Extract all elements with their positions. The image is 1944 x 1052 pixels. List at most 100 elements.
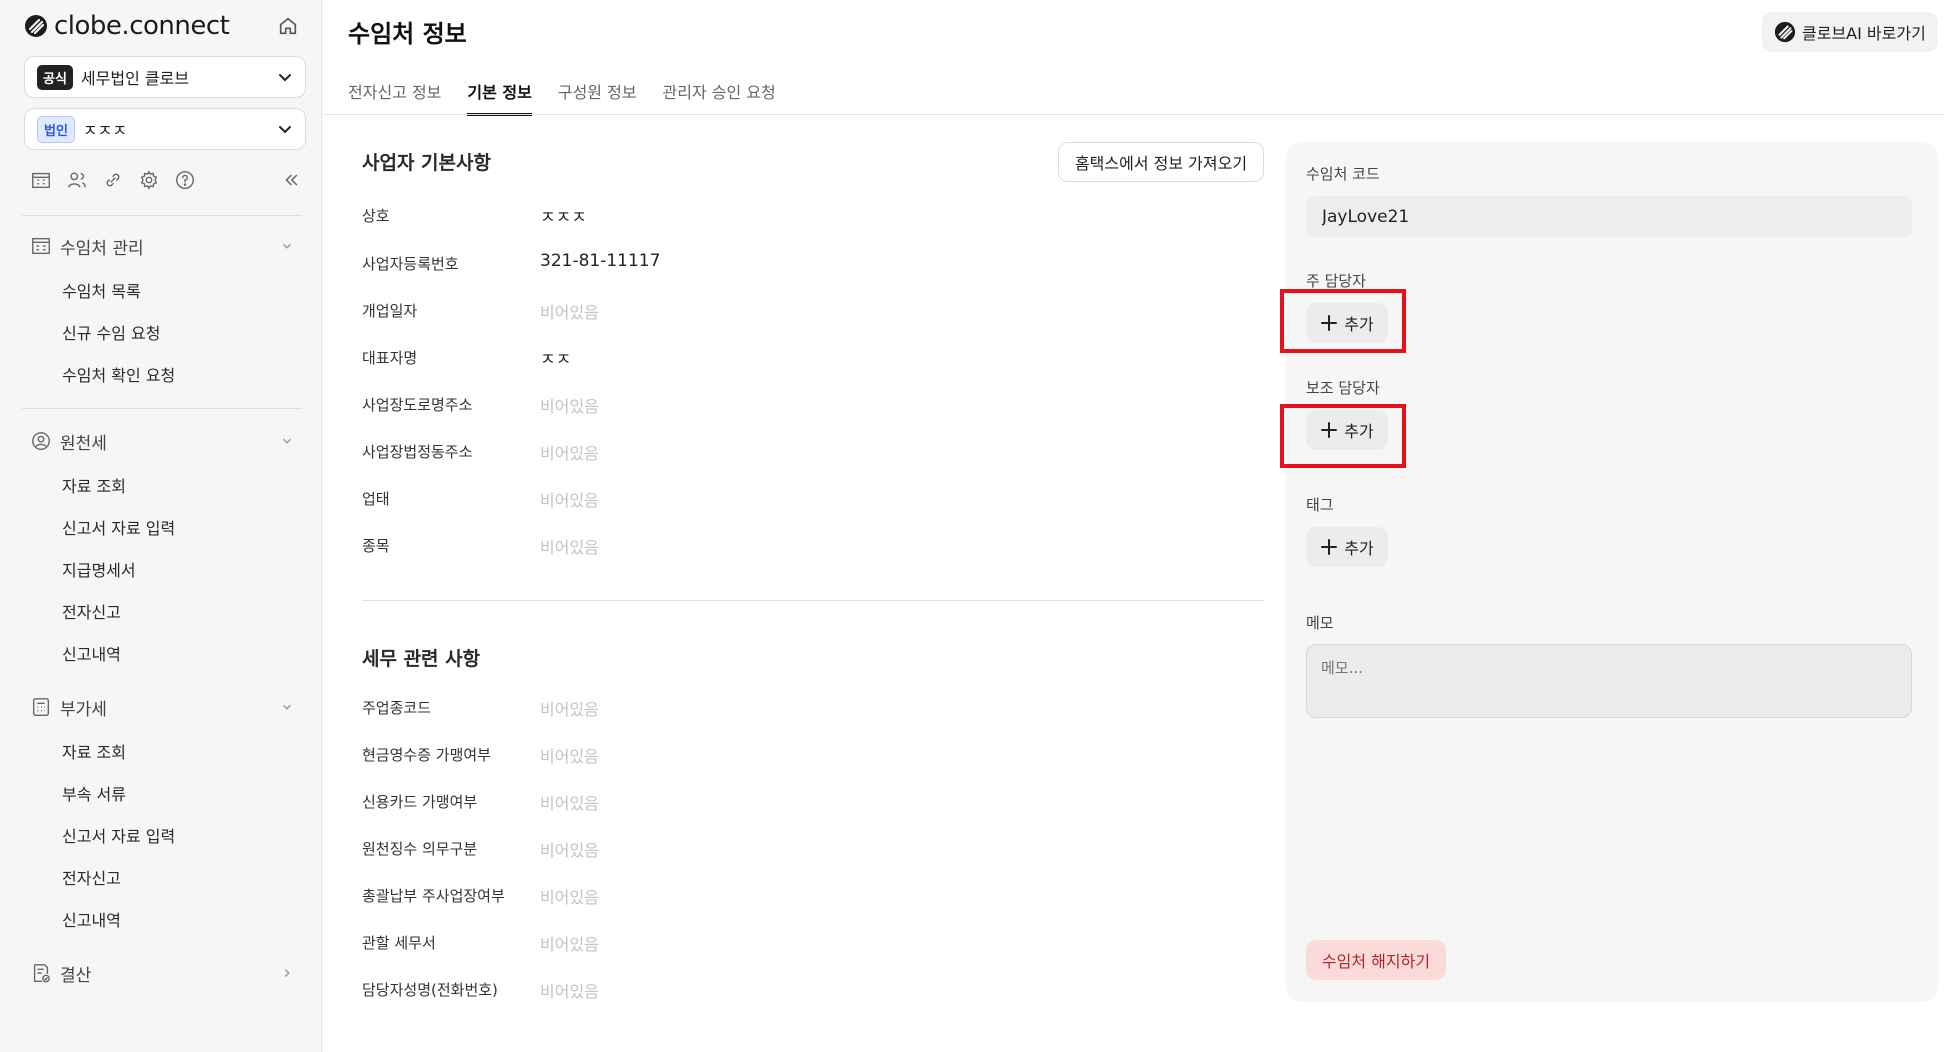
chevron-down-icon: [283, 704, 291, 710]
nav-section-settlement[interactable]: 결산: [30, 960, 294, 986]
field-value: 비어있음: [540, 794, 599, 813]
nav-section-label: 결산: [60, 965, 92, 986]
clobe-logo-icon: [25, 15, 47, 37]
add-tag-button[interactable]: 추가: [1306, 527, 1388, 567]
link-icon[interactable]: [102, 169, 124, 191]
nav-item-client-list[interactable]: 수임처 목록: [62, 280, 141, 304]
tab-e-filing-info[interactable]: 전자신고 정보: [348, 82, 441, 116]
field-value: 비어있음: [540, 700, 599, 719]
tab-admin-approval[interactable]: 관리자 승인 요청: [663, 82, 776, 116]
field-label: 총괄납부 주사업장여부: [362, 887, 505, 905]
nav-section-client-management[interactable]: 수임처 관리: [30, 233, 294, 259]
office-badge: 공식: [37, 64, 73, 90]
primary-manager-label: 주 담당자: [1306, 272, 1366, 290]
field-value: 비어있음: [540, 397, 599, 416]
field-value: 비어있음: [540, 491, 599, 510]
nav-item-payment-statement[interactable]: 지급명세서: [62, 559, 136, 583]
nav-section-vat[interactable]: 부가세: [30, 694, 294, 720]
field-label: 사업장도로명주소: [362, 396, 473, 414]
office-name: 세무법인 클로브: [80, 69, 190, 88]
chevron-down-icon: [283, 438, 291, 444]
nav-section-withholding-tax[interactable]: 원천세: [30, 428, 294, 454]
sidebar-divider: [22, 215, 302, 216]
nav-section-label: 원천세: [60, 433, 107, 454]
help-icon[interactable]: [174, 169, 196, 191]
client-code-label: 수임처 코드: [1306, 165, 1380, 183]
clobe-ai-button-label: 클로브AI 바로가기: [1802, 24, 1926, 43]
chevron-right-icon: [284, 969, 290, 977]
tax-section-title: 세무 관련 사항: [362, 648, 481, 670]
nav-item-e-filing[interactable]: 전자신고: [62, 867, 121, 891]
nav-item-new-request[interactable]: 신규 수임 요청: [62, 322, 161, 346]
field-label: 업태: [362, 490, 390, 508]
document-check-icon: [33, 964, 50, 983]
field-label: 상호: [362, 207, 390, 225]
users-icon[interactable]: [66, 169, 88, 191]
field-value: 비어있음: [540, 888, 599, 907]
calculator-icon: [32, 698, 50, 716]
field-label: 사업장법정동주소: [362, 443, 473, 461]
memo-label: 메모: [1306, 614, 1334, 632]
collapse-sidebar-icon[interactable]: [280, 169, 302, 191]
nav-item-filing-history[interactable]: 신고내역: [62, 643, 121, 667]
tab-basic-info[interactable]: 기본 정보: [467, 82, 532, 116]
field-value: 비어있음: [540, 935, 599, 954]
client-badge: 법인: [37, 115, 75, 143]
field-label: 신용카드 가맹여부: [362, 793, 478, 811]
logo[interactable]: clobe.connect: [24, 11, 230, 41]
building-icon[interactable]: [30, 169, 52, 191]
plus-icon: [1321, 539, 1338, 555]
terminate-client-button[interactable]: 수임처 해지하기: [1306, 940, 1446, 980]
logo-text: clobe.connect: [54, 11, 230, 41]
client-selector[interactable]: 법인 ㅈㅈㅈ: [24, 108, 306, 150]
chevron-down-icon: [279, 126, 291, 134]
tab-bar: 전자신고 정보 기본 정보 구성원 정보 관리자 승인 요청: [348, 82, 802, 116]
field-label: 개업일자: [362, 302, 418, 320]
nav-item-report-input[interactable]: 신고서 자료 입력: [62, 517, 175, 541]
tag-label: 태그: [1306, 496, 1334, 514]
highlight-box: [1280, 404, 1406, 468]
field-value: 321-81-11117: [540, 251, 661, 271]
building-icon: [32, 237, 50, 255]
add-button-label: 추가: [1344, 539, 1374, 558]
section-divider: [362, 600, 1264, 601]
nav-item-report-input[interactable]: 신고서 자료 입력: [62, 825, 175, 849]
client-name: ㅈㅈㅈ: [82, 121, 128, 140]
client-side-panel: [1286, 142, 1938, 1002]
field-label: 원천징수 의무구분: [362, 840, 478, 858]
tab-member-info[interactable]: 구성원 정보: [558, 82, 637, 116]
nav-section-label: 수임처 관리: [60, 238, 144, 259]
secondary-manager-label: 보조 담당자: [1306, 379, 1380, 397]
nav-item-confirm-request[interactable]: 수임처 확인 요청: [62, 364, 175, 388]
field-value: 비어있음: [540, 747, 599, 766]
field-value: 비어있음: [540, 303, 599, 322]
gear-icon[interactable]: [138, 169, 160, 191]
nav-item-attached-documents[interactable]: 부속 서류: [62, 783, 126, 807]
field-label: 주업종코드: [362, 699, 432, 717]
nav-item-e-filing[interactable]: 전자신고: [62, 601, 121, 625]
business-section-title: 사업자 기본사항: [362, 152, 491, 174]
field-value: ㅈㅈㅈ: [540, 208, 587, 228]
field-label: 종목: [362, 537, 390, 555]
page-title: 수임처 정보: [348, 20, 467, 48]
field-value: ㅈㅈ: [540, 350, 572, 370]
nav-item-data-lookup[interactable]: 자료 조회: [62, 475, 126, 499]
clobe-ai-button[interactable]: 클로브AI 바로가기: [1762, 12, 1938, 52]
field-value: 비어있음: [540, 444, 599, 463]
field-label: 현금영수증 가맹여부: [362, 746, 491, 764]
field-label: 담당자성명(전화번호): [362, 981, 498, 999]
import-from-hometax-button[interactable]: 홈택스에서 정보 가져오기: [1058, 142, 1264, 182]
field-label: 대표자명: [362, 349, 418, 367]
office-selector[interactable]: 공식 세무법인 클로브: [24, 56, 306, 98]
field-value: 비어있음: [540, 982, 599, 1001]
sidebar-toolbar: [30, 168, 302, 192]
highlight-box: [1280, 289, 1406, 353]
client-code-input[interactable]: [1306, 196, 1912, 238]
field-value: 비어있음: [540, 841, 599, 860]
memo-textarea[interactable]: [1306, 644, 1912, 718]
sidebar-divider: [22, 408, 302, 409]
field-label: 사업자등록번호: [362, 255, 459, 273]
home-icon[interactable]: [277, 15, 299, 37]
nav-item-data-lookup[interactable]: 자료 조회: [62, 741, 126, 765]
nav-item-filing-history[interactable]: 신고내역: [62, 909, 121, 933]
